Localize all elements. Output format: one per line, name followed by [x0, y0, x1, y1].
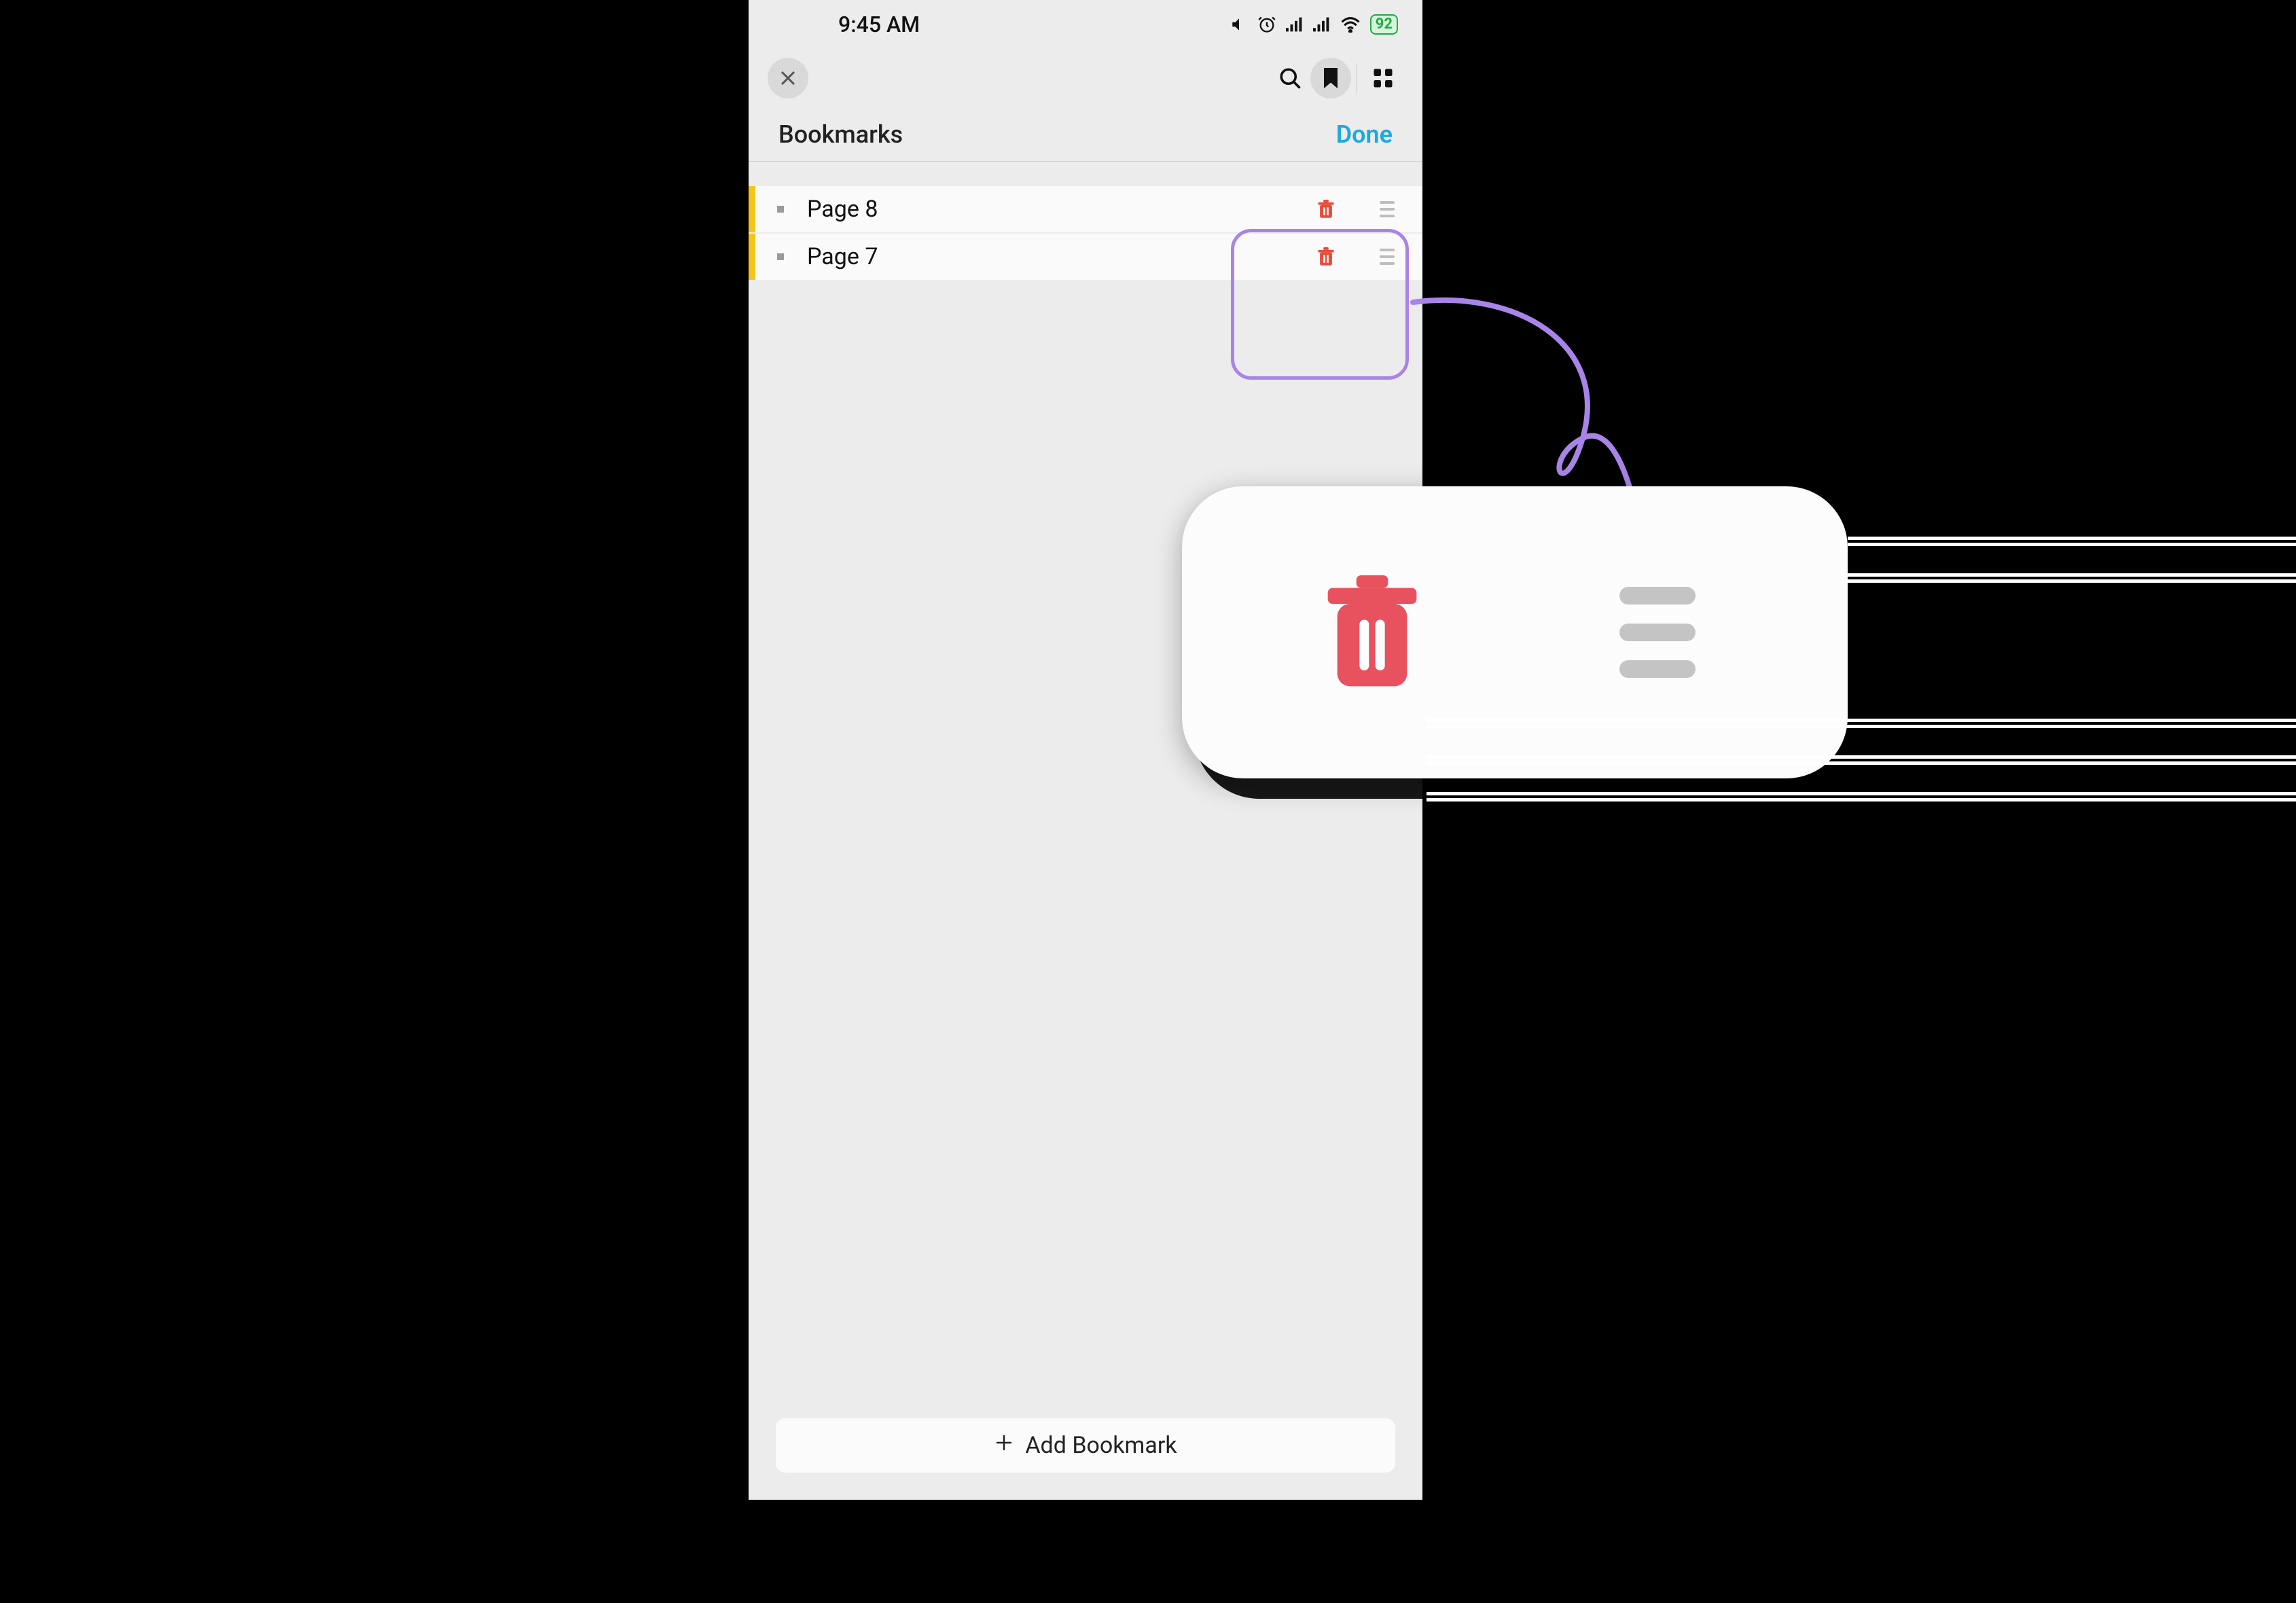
add-bookmark-button[interactable]: Add Bookmark [776, 1418, 1395, 1473]
status-indicators: 92 [1230, 14, 1398, 35]
decorative-lines [1848, 537, 2296, 610]
bookmark-label: Page 8 [807, 196, 1310, 223]
mute-icon [1230, 16, 1248, 33]
delete-bookmark-button[interactable] [1310, 240, 1342, 273]
done-button[interactable]: Done [1336, 120, 1393, 149]
bookmark-row[interactable]: Page 8 [749, 186, 1422, 234]
alarm-icon [1257, 15, 1276, 34]
callout-drag-handle-icon [1562, 537, 1753, 727]
bookmark-list: Page 8 Page 7 [749, 162, 1422, 281]
wifi-icon [1340, 16, 1361, 33]
decorative-lines [1427, 719, 2296, 829]
plus-icon [994, 1432, 1014, 1459]
status-time: 9:45 AM [773, 12, 920, 37]
signal-2-icon [1313, 17, 1331, 32]
empty-space [749, 281, 1422, 1402]
battery-icon: 92 [1370, 14, 1398, 35]
bullet-icon [777, 206, 784, 213]
bookmark-row[interactable]: Page 7 [749, 234, 1422, 281]
row-color-tag [749, 234, 755, 280]
drag-handle[interactable] [1371, 240, 1403, 273]
row-color-tag [749, 186, 755, 232]
grid-view-button[interactable] [1363, 58, 1403, 98]
signal-icon [1286, 17, 1304, 32]
toolbar [749, 49, 1422, 107]
callout-trash-icon [1277, 537, 1467, 727]
delete-bookmark-button[interactable] [1310, 193, 1342, 226]
bullet-icon [777, 253, 784, 260]
status-bar: 9:45 AM 92 [749, 0, 1422, 49]
search-button[interactable] [1270, 58, 1310, 98]
bookmark-tab-button[interactable] [1310, 58, 1351, 98]
bookmark-label: Page 7 [807, 243, 1310, 270]
page-title: Bookmarks [778, 120, 903, 149]
close-button[interactable] [768, 58, 808, 98]
add-bookmark-label: Add Bookmark [1025, 1432, 1177, 1459]
subheader: Bookmarks Done [749, 107, 1422, 162]
drag-handle[interactable] [1371, 193, 1403, 226]
